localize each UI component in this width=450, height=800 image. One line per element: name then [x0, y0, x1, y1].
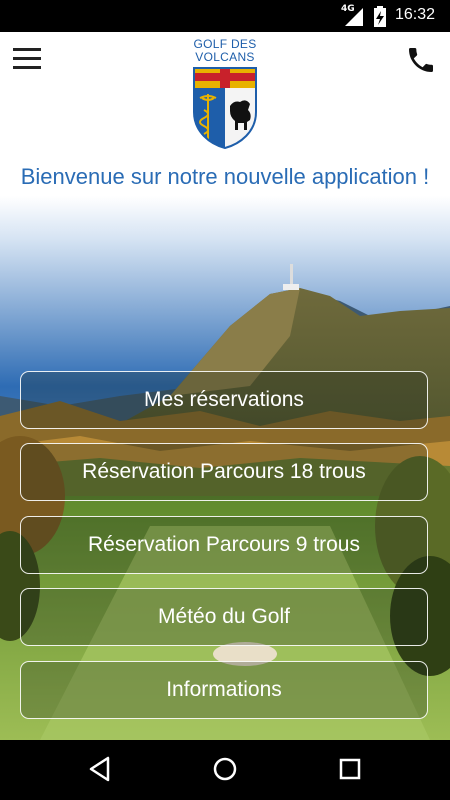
shield-icon	[193, 67, 257, 150]
golf-logo: GOLF DES VOLCANS	[185, 38, 265, 150]
home-icon[interactable]	[212, 756, 238, 782]
reserve-9-holes-button[interactable]: Réservation Parcours 9 trous	[20, 516, 428, 574]
back-icon[interactable]	[88, 756, 112, 782]
recents-icon[interactable]	[338, 757, 362, 781]
clock: 16:32	[395, 6, 436, 23]
navigation-bar	[0, 740, 450, 800]
phone-icon[interactable]	[405, 44, 437, 76]
information-button[interactable]: Informations	[20, 661, 428, 719]
battery-icon	[374, 6, 386, 27]
hamburger-icon[interactable]	[13, 48, 41, 70]
logo-line2: VOLCANS	[195, 50, 255, 64]
welcome-message: Bienvenue sur notre nouvelle application…	[20, 164, 430, 189]
status-bar: 4G 16:32	[0, 0, 450, 32]
my-reservations-button[interactable]: Mes réservations	[20, 371, 428, 429]
reserve-18-holes-button[interactable]: Réservation Parcours 18 trous	[20, 443, 428, 501]
signal-icon	[345, 8, 363, 26]
golf-weather-button[interactable]: Météo du Golf	[20, 588, 428, 646]
